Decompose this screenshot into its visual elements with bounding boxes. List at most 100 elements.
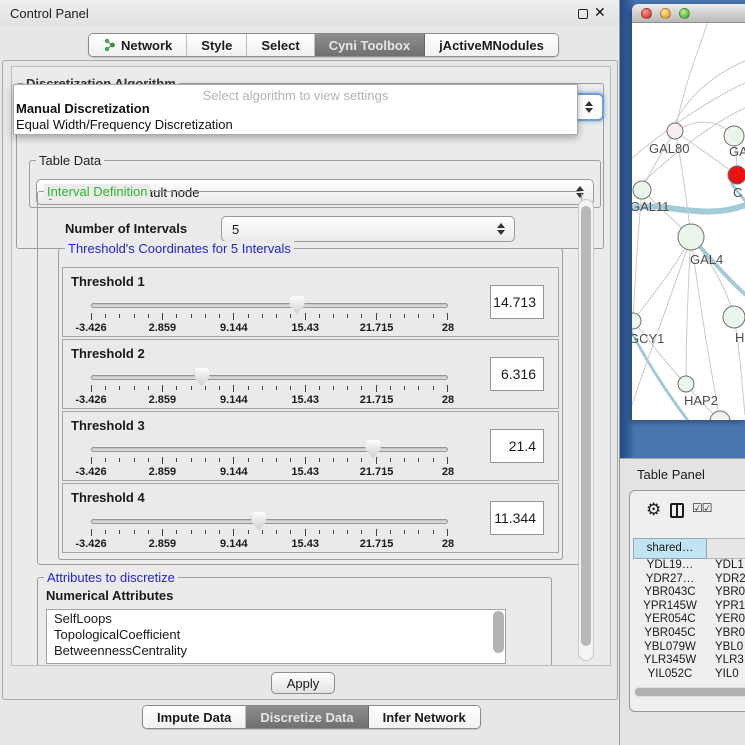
zoom-traffic-light-icon[interactable] bbox=[679, 8, 690, 19]
network-node[interactable] bbox=[678, 376, 694, 392]
cell-name[interactable]: YLR3 bbox=[707, 654, 745, 668]
table-panel-region: Table Panel ⚙ ☑☑ shared… na YDL19…YDL1YD… bbox=[620, 458, 745, 745]
table-row[interactable]: YBR043CYBR0 bbox=[633, 586, 745, 600]
threshold-label: Threshold 3 bbox=[71, 418, 145, 433]
scrollbar-thumb[interactable] bbox=[635, 688, 745, 696]
table-row[interactable]: YPR145WYPR1 bbox=[633, 600, 745, 614]
tab-discretize-data[interactable]: Discretize Data bbox=[246, 706, 368, 728]
cell-name[interactable]: YPR1 bbox=[707, 600, 745, 614]
algorithm-option-manual[interactable]: Manual Discretization bbox=[14, 101, 577, 117]
table-row[interactable]: YIL052CYIL0 bbox=[633, 668, 745, 677]
tab-style[interactable]: Style bbox=[187, 34, 247, 56]
network-node-label: H bbox=[735, 330, 744, 345]
list-item[interactable]: BetweennessCentrality bbox=[47, 642, 505, 658]
cell-name[interactable]: YBR0 bbox=[707, 586, 745, 600]
network-node[interactable] bbox=[710, 411, 730, 420]
close-icon[interactable]: ✕ bbox=[594, 4, 606, 21]
network-node-label: GAL4 bbox=[690, 252, 723, 267]
list-item[interactable]: TopologicalCoefficient bbox=[47, 626, 505, 642]
table-row[interactable]: YDL19…YDL1 bbox=[633, 559, 745, 573]
network-node[interactable] bbox=[632, 313, 641, 329]
threshold-label: Threshold 2 bbox=[71, 346, 145, 361]
table-row[interactable]: YBR045CYBR0 bbox=[633, 627, 745, 641]
threshold-slider[interactable]: -3.4262.8599.14415.4321.71528 bbox=[91, 512, 448, 550]
control-panel-tabbar: Network Style Select Cyni Toolbox jActiv… bbox=[88, 33, 559, 57]
cell-name[interactable]: YBL0 bbox=[707, 641, 745, 655]
network-canvas[interactable]: GAL80GACGAL11GAL4HGCY1HAP2 bbox=[632, 23, 745, 420]
settings-scrollbar[interactable] bbox=[578, 199, 594, 661]
network-node[interactable] bbox=[723, 306, 745, 328]
tab-impute-data[interactable]: Impute Data bbox=[143, 706, 246, 728]
cell-name[interactable]: YDR2 bbox=[707, 573, 745, 587]
table-row[interactable]: YDR27…YDR2 bbox=[633, 573, 745, 587]
slider-track[interactable] bbox=[91, 303, 448, 308]
cell-name[interactable]: YBR0 bbox=[707, 627, 745, 641]
cell-shared-name[interactable]: YBR043C bbox=[633, 586, 707, 600]
slider-track[interactable] bbox=[91, 447, 448, 452]
network-nodes[interactable]: GAL80GACGAL11GAL4HGCY1HAP2 bbox=[632, 123, 745, 420]
table-row[interactable]: YLR345WYLR3 bbox=[633, 654, 745, 668]
scrollbar-thumb[interactable] bbox=[581, 206, 591, 646]
table-panel-title: Table Panel bbox=[637, 467, 705, 482]
float-window-icon[interactable] bbox=[578, 9, 588, 19]
minimize-traffic-light-icon[interactable] bbox=[660, 8, 671, 19]
list-scrollbar[interactable] bbox=[493, 611, 504, 653]
tab-network[interactable]: Network bbox=[89, 34, 187, 56]
cell-name[interactable]: YDL1 bbox=[707, 559, 745, 573]
table-row[interactable]: YER054CYER0 bbox=[633, 613, 745, 627]
threshold-label: Threshold 4 bbox=[71, 490, 145, 505]
cell-shared-name[interactable]: YBL079W bbox=[633, 641, 707, 655]
network-node-label: GAL80 bbox=[649, 141, 689, 156]
slider-thumb-icon[interactable] bbox=[194, 368, 209, 386]
network-node[interactable] bbox=[667, 123, 683, 139]
threshold-value-field[interactable]: 6.316 bbox=[490, 357, 544, 391]
tab-jactivemnodules[interactable]: jActiveMNodules bbox=[425, 34, 558, 56]
threshold-value-field[interactable]: 14.713 bbox=[490, 285, 544, 319]
cell-name[interactable]: YIL0 bbox=[707, 668, 745, 677]
settings-viewport: Discretization Algorithm Table Data galF… bbox=[11, 66, 611, 666]
slider-track[interactable] bbox=[91, 519, 448, 524]
table-row[interactable]: YBL079WYBL0 bbox=[633, 641, 745, 655]
network-node[interactable] bbox=[678, 224, 704, 250]
algorithm-option-equal-width[interactable]: Equal Width/Frequency Discretization bbox=[14, 117, 577, 133]
network-node[interactable] bbox=[633, 181, 651, 199]
cell-shared-name[interactable]: YDR27… bbox=[633, 573, 707, 587]
cell-shared-name[interactable]: YIL052C bbox=[633, 668, 707, 677]
threshold-slider[interactable]: -3.4262.8599.14415.4321.71528 bbox=[91, 440, 448, 478]
apply-button[interactable]: Apply bbox=[271, 672, 335, 694]
column-header-name[interactable]: na bbox=[707, 538, 745, 559]
table-horizontal-scrollbar[interactable] bbox=[634, 687, 745, 697]
list-item[interactable]: SelfLoops bbox=[47, 610, 505, 626]
tab-infer-network[interactable]: Infer Network bbox=[369, 706, 480, 728]
tab-cyni-toolbox[interactable]: Cyni Toolbox bbox=[315, 34, 425, 56]
slider-thumb-icon[interactable] bbox=[366, 440, 381, 458]
number-of-intervals-combobox[interactable]: 5 bbox=[221, 216, 515, 242]
cell-shared-name[interactable]: YLR345W bbox=[633, 654, 707, 668]
slider-thumb-icon[interactable] bbox=[251, 512, 266, 530]
threshold-rows: Threshold 1-3.4262.8599.14415.4321.71528… bbox=[62, 267, 559, 555]
threshold-row: Threshold 3 -3.4262.8599.14415.4321.71528… bbox=[62, 411, 559, 481]
gear-icon[interactable]: ⚙ bbox=[646, 500, 661, 520]
threshold-slider[interactable]: -3.4262.8599.14415.4321.71528 bbox=[91, 296, 448, 334]
network-node[interactable] bbox=[724, 126, 744, 146]
slider-track[interactable] bbox=[91, 375, 448, 380]
close-traffic-light-icon[interactable] bbox=[641, 8, 652, 19]
thresholds-group-title: Threshold's Coordinates for 5 Intervals bbox=[65, 241, 294, 256]
tab-select[interactable]: Select bbox=[247, 34, 314, 56]
cell-shared-name[interactable]: YBR045C bbox=[633, 627, 707, 641]
threshold-slider[interactable]: -3.4262.8599.14415.4321.71528 bbox=[91, 368, 448, 406]
column-header-shared-name[interactable]: shared… bbox=[633, 538, 707, 559]
cell-shared-name[interactable]: YER054C bbox=[633, 613, 707, 627]
algorithm-hint-option: Select algorithm to view settings bbox=[14, 85, 577, 101]
cell-name[interactable]: YER0 bbox=[707, 613, 745, 627]
slider-thumb-icon[interactable] bbox=[290, 296, 305, 314]
cell-shared-name[interactable]: YPR145W bbox=[633, 600, 707, 614]
columns-icon[interactable] bbox=[670, 503, 684, 518]
numerical-attributes-list[interactable]: SelfLoops TopologicalCoefficient Between… bbox=[46, 609, 506, 664]
checkbox-icons[interactable]: ☑☑ bbox=[692, 501, 712, 515]
network-window-titlebar[interactable] bbox=[632, 4, 745, 23]
network-node[interactable] bbox=[728, 166, 745, 184]
threshold-value-field[interactable]: 11.344 bbox=[490, 501, 544, 535]
threshold-value-field[interactable]: 21.4 bbox=[490, 429, 544, 463]
cell-shared-name[interactable]: YDL19… bbox=[633, 559, 707, 573]
